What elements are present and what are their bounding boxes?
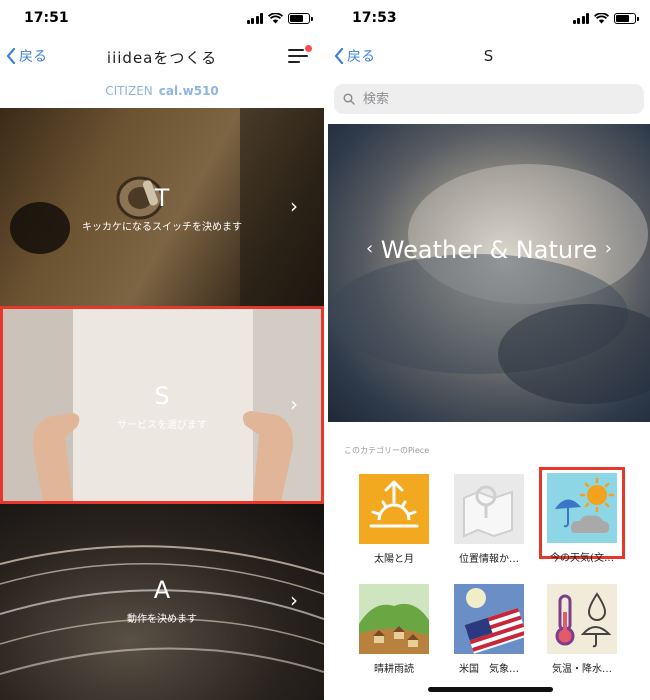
clouds-image [328,164,650,404]
sunrise-icon [359,474,429,544]
action-card[interactable]: A 動作を決めます › [0,504,324,700]
menu-button[interactable] [288,45,312,66]
nav-bar: 戻る S [328,38,650,76]
page-title: S [483,47,495,65]
battery-icon [288,13,313,24]
right-screen: 17:53 戻る S ‹ Weather & Nature › このカテゴリーの… [328,0,650,700]
card-subtitle: キッカケになるスイッチを決めます [82,222,242,233]
chevron-right-icon: › [290,392,298,416]
section-label: このカテゴリーのPiece [344,446,430,455]
piece-item[interactable]: 太陽と月 [351,474,437,565]
device-label: CITIZEN cal.w510 [0,84,324,98]
us-flag-icon [454,584,524,654]
home-indicator[interactable] [428,687,553,692]
thermometer-icon [547,584,617,654]
battery-icon [614,13,639,24]
piece-item[interactable]: 気温・降水… [539,584,625,675]
status-bar: 17:51 [0,0,324,38]
category-hero: ‹ Weather & Nature › [328,124,650,422]
piece-item[interactable]: 米国 気象… [446,584,532,675]
device-model: cal.w510 [158,84,219,98]
weather-icon [547,473,617,543]
signal-icon [246,13,263,24]
service-card[interactable]: S サービスを選びます › [0,306,324,504]
card-letter: A [153,576,171,604]
card-subtitle: サービスを選びます [117,420,207,431]
search-bar[interactable] [334,84,644,114]
piece-name: 今の天気(文… [550,553,614,564]
piece-name: 位置情報か… [459,554,519,565]
card-letter: T [154,184,170,212]
chevron-right-icon: › [290,194,298,218]
status-time: 17:51 [24,10,69,26]
next-category-button[interactable]: › [605,238,612,259]
nav-bar: 戻る iiideaをつくる [0,38,324,76]
piece-name: 晴耕雨読 [374,664,414,675]
piece-item-selected[interactable]: 今の天気(文… [539,467,625,564]
trigger-card[interactable]: T キッカケになるスイッチを決めます › [0,108,324,306]
piece-item[interactable]: 晴耕雨読 [351,584,437,675]
wifi-icon [268,13,283,24]
device-brand: CITIZEN [105,84,153,98]
piece-item[interactable]: 位置情報か… [446,474,532,565]
piece-name: 米国 気象… [459,664,519,675]
card-letter: S [154,382,170,410]
page-title: iiideaをつくる [106,49,218,67]
village-icon [359,584,429,654]
map-pin-icon [454,474,524,544]
status-time: 17:53 [352,10,397,26]
notification-dot [305,45,312,52]
category-title: Weather & Nature [380,236,598,264]
left-screen: 17:51 戻る iiideaをつくる CITIZEN cal.w510 T キ… [0,0,324,700]
search-input[interactable] [361,90,615,108]
search-icon [343,93,355,105]
signal-icon [572,13,589,24]
wifi-icon [594,13,609,24]
status-bar: 17:53 [328,0,650,38]
piece-name: 気温・降水… [552,664,612,675]
chevron-right-icon: › [290,588,298,612]
piece-name: 太陽と月 [374,554,414,565]
card-subtitle: 動作を決めます [127,614,197,625]
